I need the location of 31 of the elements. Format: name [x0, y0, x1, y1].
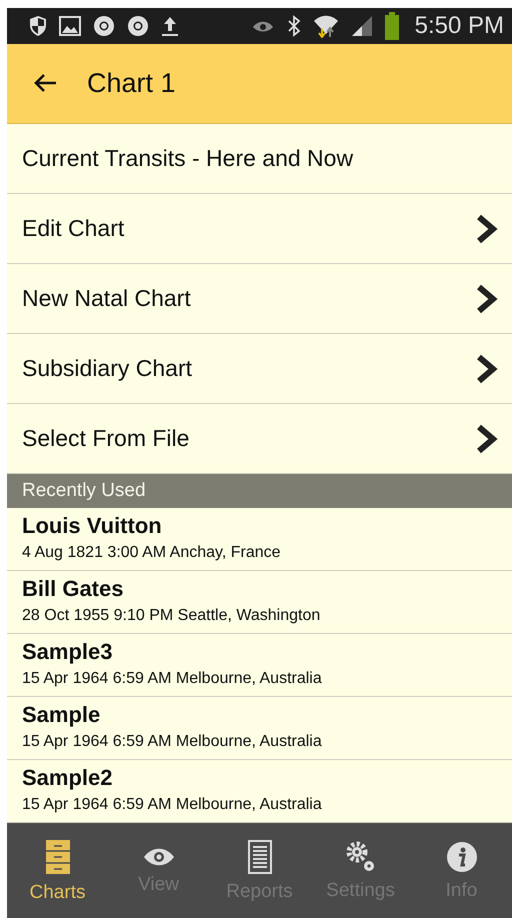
document-icon [248, 840, 272, 874]
recent-chart-item[interactable]: Sample3 15 Apr 1964 6:59 AM Melbourne, Australia [7, 634, 512, 697]
cabinet-icon [44, 839, 70, 876]
shield-icon [29, 15, 47, 37]
recent-chart-item[interactable]: Louis Vuitton 4 Aug 1821 3:00 AM Anchay, France [7, 508, 512, 571]
menu-item[interactable]: Select From File [7, 404, 512, 474]
wifi-icon [312, 14, 339, 38]
chevron-right-icon [476, 424, 498, 454]
screen-title: Chart 1 [87, 67, 176, 100]
recent-chart-item[interactable]: Sample 15 Apr 1964 6:59 AM Melbourne, Australia [7, 697, 512, 760]
signal-icon [350, 15, 373, 37]
bluetooth-icon [286, 15, 301, 37]
back-arrow-icon [33, 73, 57, 94]
tab[interactable]: Charts [7, 823, 108, 918]
chevron-right-icon [476, 284, 498, 314]
clock-time: 5:50 PM [414, 11, 504, 41]
eye-icon [142, 847, 174, 868]
menu-item[interactable]: Current Transits - Here and Now [7, 124, 512, 194]
section-header: Recently Used [7, 474, 512, 508]
upload-icon [161, 15, 179, 37]
chevron-right-icon [476, 214, 498, 244]
gears-icon [346, 841, 376, 874]
battery-icon [384, 12, 399, 40]
recent-chart-item[interactable]: Sample2 15 Apr 1964 6:59 AM Melbourne, Australia [7, 760, 512, 823]
recent-chart-item[interactable]: Bill Gates 28 Oct 1955 9:10 PM Seattle, Washington [7, 571, 512, 634]
image-icon [59, 16, 81, 36]
menu-item[interactable]: Edit Chart [7, 194, 512, 264]
info-icon [446, 841, 478, 874]
menu-item[interactable]: Subsidiary Chart [7, 334, 512, 404]
chevron-right-icon [476, 354, 498, 384]
menu-item[interactable]: New Natal Chart [7, 264, 512, 334]
